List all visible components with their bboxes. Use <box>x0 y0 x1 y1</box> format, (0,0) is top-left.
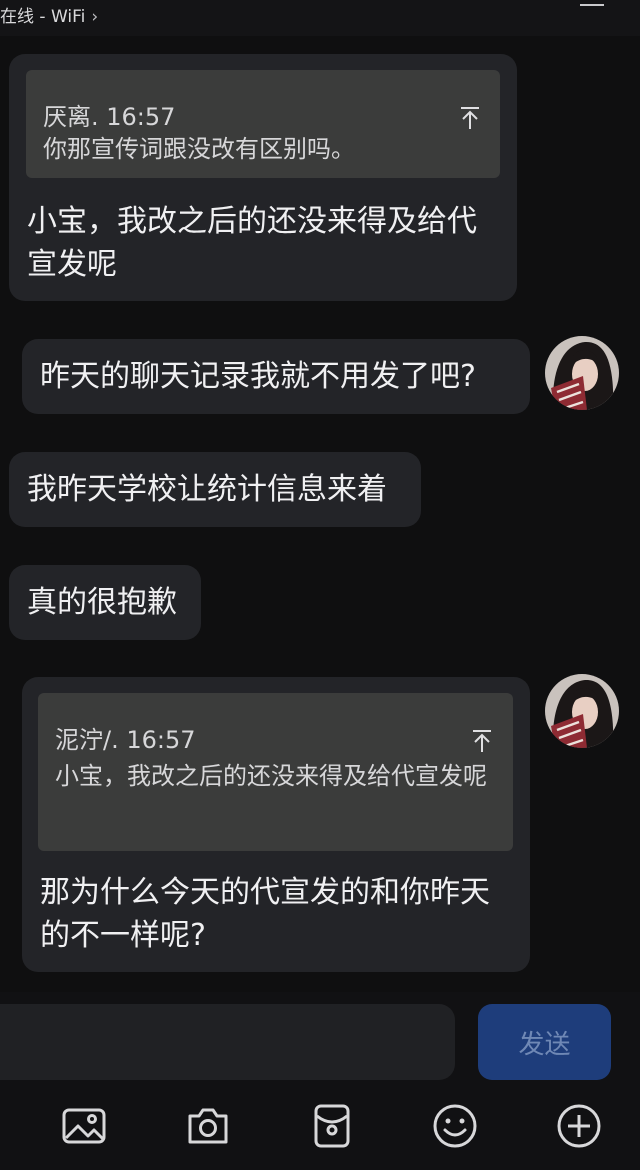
message-text: 昨天的聊天记录我就不用发了吧? <box>40 359 476 394</box>
red-packet-icon[interactable] <box>308 1102 356 1150</box>
image-icon[interactable] <box>60 1102 108 1150</box>
message-bubble[interactable]: 厌离. 16:57 你那宣传词跟没改有区别吗。 小宝，我改之后的还没来得及给代宣… <box>9 54 517 301</box>
message-bubble[interactable]: 真的很抱歉 <box>9 565 201 640</box>
menu-icon[interactable] <box>580 0 604 6</box>
quote-text: 你那宣传词跟没改有区别吗。 <box>43 135 355 163</box>
jump-to-top-icon[interactable] <box>471 729 493 753</box>
emoji-icon[interactable] <box>431 1102 479 1150</box>
quote-text: 小宝，我改之后的还没来得及给代宣发呢 <box>55 762 487 790</box>
jump-to-top-icon[interactable] <box>459 106 481 130</box>
message-text: 真的很抱歉 <box>27 585 177 620</box>
message-bubble[interactable]: 我昨天学校让统计信息来着 <box>9 452 421 527</box>
quote-author-time: 泥泞/. 16:57 <box>55 726 196 754</box>
message-text: 那为什么今天的代宣发的和你昨天的不一样呢? <box>40 875 490 953</box>
camera-icon[interactable] <box>184 1102 232 1150</box>
connection-status[interactable]: 在线 - WiFi › <box>0 2 98 27</box>
message-bubble[interactable]: 昨天的聊天记录我就不用发了吧? <box>22 339 530 414</box>
top-bar: 在线 - WiFi › <box>0 0 640 36</box>
send-button[interactable]: 发送 <box>478 1004 611 1080</box>
message-input[interactable] <box>0 1004 455 1080</box>
avatar[interactable] <box>545 674 619 748</box>
avatar[interactable] <box>545 336 619 410</box>
quoted-message[interactable]: 厌离. 16:57 你那宣传词跟没改有区别吗。 <box>26 70 500 178</box>
message-bubble[interactable]: 泥泞/. 16:57 小宝，我改之后的还没来得及给代宣发呢 那为什么今天的代宣发… <box>22 677 530 972</box>
status-text: 在线 - WiFi <box>0 7 86 27</box>
message-text: 我昨天学校让统计信息来着 <box>27 472 387 507</box>
quoted-message[interactable]: 泥泞/. 16:57 小宝，我改之后的还没来得及给代宣发呢 <box>38 693 513 851</box>
plus-icon[interactable] <box>555 1102 603 1150</box>
message-text: 小宝，我改之后的还没来得及给代宣发呢 <box>27 204 477 282</box>
chevron-right-icon: › <box>91 7 99 27</box>
